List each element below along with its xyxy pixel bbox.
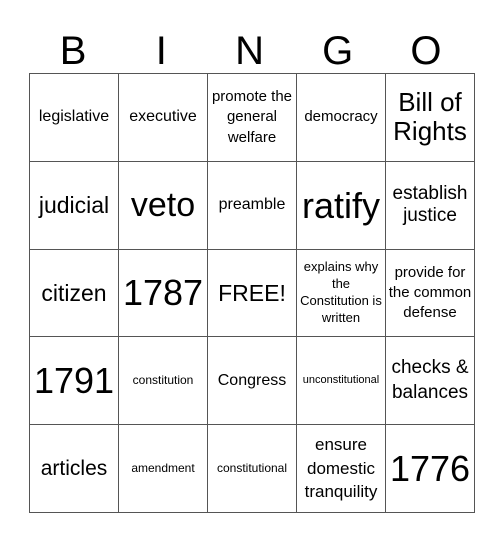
bingo-cell[interactable]: explains why the Constitution is written xyxy=(296,248,386,338)
header-letter-o: O xyxy=(410,29,442,73)
bingo-cell[interactable]: articles xyxy=(29,424,119,513)
bingo-cell[interactable]: constitutional xyxy=(207,424,297,513)
header-letter-i: I xyxy=(155,29,167,73)
grid-row: citizen 1787 FREE! explains why the Cons… xyxy=(29,248,475,338)
bingo-cell[interactable]: establish justice xyxy=(385,160,475,250)
bingo-header: B I N G O xyxy=(29,26,470,76)
bingo-cell[interactable]: constitution xyxy=(118,336,208,426)
bingo-cell[interactable]: preamble xyxy=(207,160,297,250)
header-letter-b: B xyxy=(59,29,87,73)
bingo-cell[interactable]: 1776 xyxy=(385,424,475,513)
bingo-cell[interactable]: unconstitutional xyxy=(296,336,386,426)
header-letter-n: N xyxy=(235,29,264,73)
bingo-cell[interactable]: democracy xyxy=(296,73,386,162)
grid-row: articles amendment constitutional ensure… xyxy=(29,424,475,513)
bingo-cell[interactable]: judicial xyxy=(29,160,119,250)
bingo-cell[interactable]: amendment xyxy=(118,424,208,513)
bingo-cell[interactable]: ensure domestic tranquility xyxy=(296,424,386,513)
grid-row: 1791 constitution Congress unconstitutio… xyxy=(29,336,475,426)
grid-row: legislative executive promote the genera… xyxy=(29,73,475,162)
header-letter-g: G xyxy=(322,29,354,73)
bingo-cell[interactable]: Bill of Rights xyxy=(385,73,475,162)
free-space-cell[interactable]: FREE! xyxy=(207,248,297,338)
bingo-cell[interactable]: citizen xyxy=(29,248,119,338)
bingo-cell[interactable]: Congress xyxy=(207,336,297,426)
bingo-cell[interactable]: veto xyxy=(118,160,208,250)
bingo-cell[interactable]: executive xyxy=(118,73,208,162)
grid-row: judicial veto preamble ratify establish … xyxy=(29,160,475,250)
bingo-cell[interactable]: 1787 xyxy=(118,248,208,338)
bingo-cell[interactable]: provide for the common defense xyxy=(385,248,475,338)
bingo-cell[interactable]: legislative xyxy=(29,73,119,162)
bingo-cell[interactable]: ratify xyxy=(296,160,386,250)
bingo-cell[interactable]: promote the general welfare xyxy=(207,73,297,162)
bingo-grid: legislative executive promote the genera… xyxy=(29,73,475,513)
bingo-cell[interactable]: 1791 xyxy=(29,336,119,426)
bingo-cell[interactable]: checks & balances xyxy=(385,336,475,426)
